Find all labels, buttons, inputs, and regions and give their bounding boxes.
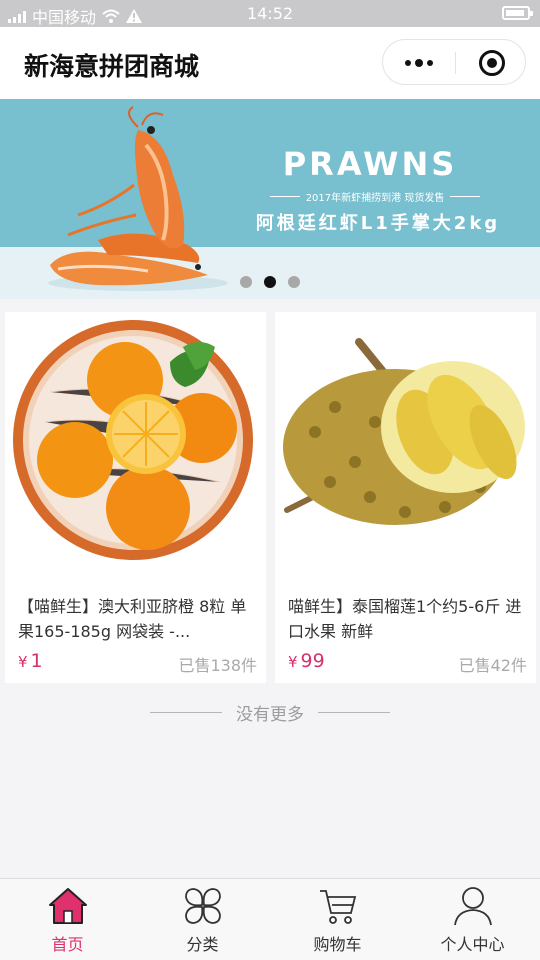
carousel-dot-active[interactable]	[264, 276, 276, 288]
tab-label: 个人中心	[440, 935, 505, 954]
oranges-image	[13, 320, 253, 560]
more-dots-icon	[405, 60, 411, 66]
capsule-divider	[455, 52, 456, 74]
tab-label: 分类	[186, 935, 219, 954]
tab-label: 购物车	[313, 935, 362, 954]
status-time: 14:52	[246, 4, 294, 23]
navigation-bar: 新海意拼团商城	[0, 27, 540, 99]
price-value: 1	[30, 650, 43, 672]
product-price: ¥1	[18, 650, 43, 672]
product-name[interactable]: 喵鲜生】泰国榴莲1个约5-6斤 进口水果 新鲜	[288, 594, 526, 644]
carousel-indicators	[240, 276, 300, 288]
currency-symbol: ¥	[18, 653, 28, 671]
battery-icon	[502, 6, 533, 20]
product-price: ¥99	[288, 650, 325, 672]
shrimp-image	[48, 106, 228, 291]
carousel-dot[interactable]	[240, 276, 252, 288]
tab-cart[interactable]: 购物车	[270, 879, 405, 960]
banner-headline: PRAWNS	[282, 145, 458, 183]
banner-subline-text: 2017年新虾捕捞到港 现货发售	[305, 193, 445, 204]
more-dots-icon	[415, 59, 423, 67]
tab-home[interactable]: 首页	[0, 879, 135, 960]
durian-image	[283, 338, 525, 525]
product-card[interactable]: 【喵鲜生】澳大利亚脐橙 8粒 单果165-185g 网袋装 -... ¥1 已售…	[5, 312, 266, 683]
no-more-divider: 没有更多	[0, 700, 540, 725]
status-bar: 中国移动 14:52	[0, 0, 540, 27]
carousel-dot[interactable]	[288, 276, 300, 288]
more-menu-button[interactable]	[383, 40, 455, 86]
tab-bar: 首页 分类 购物车 个人中心	[0, 878, 540, 960]
tab-profile[interactable]: 个人中心	[405, 879, 540, 960]
home-icon	[48, 888, 87, 924]
close-target-icon[interactable]	[479, 50, 505, 76]
banner-subline: 2017年新虾捕捞到港 现货发售	[270, 189, 480, 204]
category-icon	[184, 888, 221, 924]
product-name[interactable]: 【喵鲜生】澳大利亚脐橙 8粒 单果165-185g 网袋装 -...	[18, 594, 256, 644]
currency-symbol: ¥	[288, 653, 298, 671]
page-title: 新海意拼团商城	[24, 52, 200, 81]
product-image-durian[interactable]	[275, 312, 536, 580]
price-value: 99	[300, 650, 325, 672]
cart-icon	[319, 890, 356, 924]
user-icon	[453, 887, 492, 926]
sold-count: 已售138件	[178, 656, 257, 675]
miniprogram-capsule	[382, 39, 526, 85]
tab-category[interactable]: 分类	[135, 879, 270, 960]
banner-product-title: 阿根廷红虾L1手掌大2kg	[255, 213, 501, 234]
more-dots-icon	[427, 60, 433, 66]
product-card[interactable]: 喵鲜生】泰国榴莲1个约5-6斤 进口水果 新鲜 ¥99 已售42件	[275, 312, 536, 683]
tab-label: 首页	[51, 935, 84, 954]
product-image-oranges[interactable]	[5, 312, 266, 580]
sold-count: 已售42件	[458, 656, 527, 675]
banner-carousel[interactable]: PRAWNS 2017年新虾捕捞到港 现货发售 阿根廷红虾L1手掌大2kg	[0, 99, 540, 299]
no-more-label: 没有更多	[236, 705, 304, 725]
